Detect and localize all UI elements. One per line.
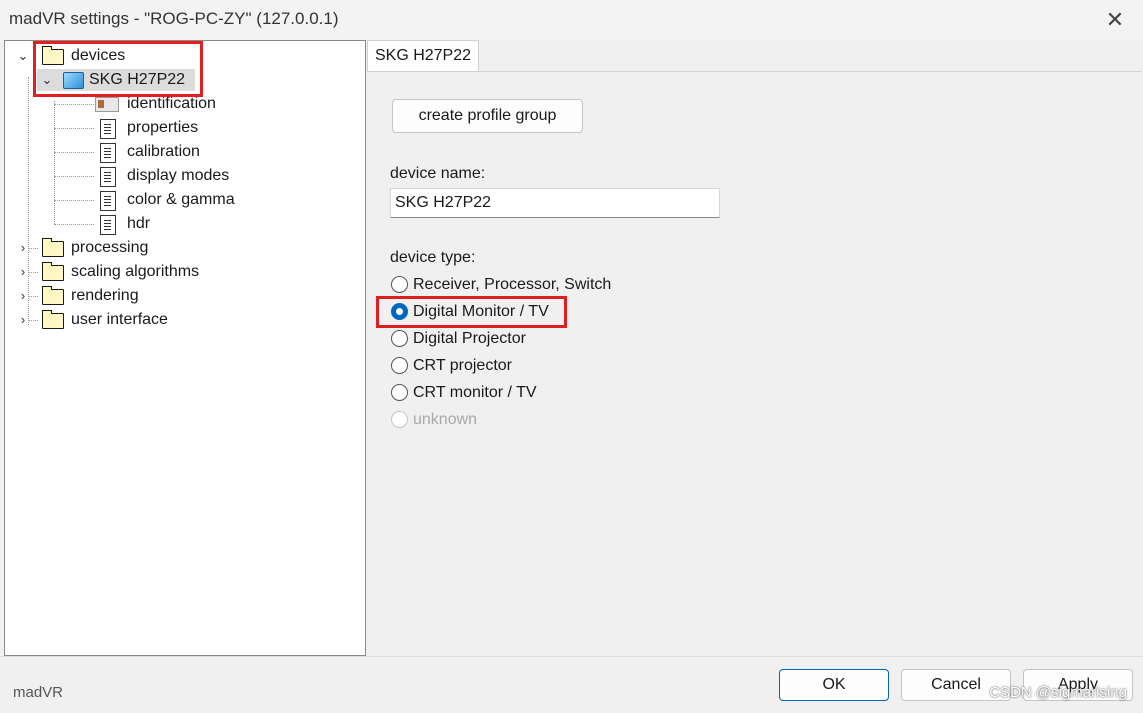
radio-label: CRT monitor / TV: [413, 384, 537, 401]
device-type-label: device type:: [390, 249, 476, 266]
id-card-icon: [95, 97, 119, 112]
tree-item-calibration[interactable]: calibration: [95, 141, 255, 163]
tree-line: [54, 224, 94, 225]
tree-node-rendering[interactable]: › rendering: [15, 285, 235, 307]
chevron-right-icon[interactable]: ›: [15, 285, 31, 307]
radio-unknown: unknown: [391, 407, 591, 433]
tree-line: [54, 101, 55, 224]
folder-icon: [42, 310, 64, 329]
tab-device[interactable]: SKG H27P22: [367, 40, 479, 73]
tree-label: hdr: [127, 215, 151, 232]
radio-crt-projector[interactable]: CRT projector: [391, 353, 591, 379]
radio-circle: [391, 411, 408, 428]
chevron-down-icon[interactable]: ⌄: [15, 45, 31, 67]
window-title: madVR settings - "ROG-PC-ZY" (127.0.0.1): [9, 9, 339, 28]
folder-icon: [42, 262, 64, 281]
chevron-right-icon[interactable]: ›: [15, 261, 31, 283]
document-icon: [100, 191, 116, 211]
tree-label: user interface: [71, 311, 168, 328]
tree-label: rendering: [71, 287, 139, 304]
tree-node-user-interface[interactable]: › user interface: [15, 309, 235, 331]
settings-tree[interactable]: ⌄ devices ⌄ SKG H27P22 identification pr…: [4, 40, 366, 656]
radio-circle[interactable]: [391, 357, 408, 374]
tree-label: scaling algorithms: [71, 263, 200, 280]
tree-item-hdr[interactable]: hdr: [95, 213, 255, 235]
document-icon: [100, 143, 116, 163]
tree-label: color & gamma: [127, 191, 235, 208]
document-icon: [100, 215, 116, 235]
tree-line: [54, 128, 94, 129]
folder-icon: [42, 286, 64, 305]
radio-label: Digital Projector: [413, 330, 526, 347]
radio-circle[interactable]: [391, 330, 408, 347]
create-profile-group-button[interactable]: create profile group: [392, 99, 583, 133]
radio-receiver-processor-switch[interactable]: Receiver, Processor, Switch: [391, 272, 651, 298]
radio-crt-monitor-tv[interactable]: CRT monitor / TV: [391, 380, 591, 406]
ok-button[interactable]: OK: [779, 669, 889, 701]
radio-label: CRT projector: [413, 357, 512, 374]
tree-line: [54, 152, 94, 153]
tree-line: [54, 200, 94, 201]
highlight-box: [376, 296, 567, 328]
highlight-box: [33, 41, 203, 97]
tree-line: [54, 104, 94, 105]
device-name-label: device name:: [390, 165, 486, 182]
tree-label: properties: [127, 119, 199, 136]
folder-icon: [42, 238, 64, 257]
tree-label: calibration: [127, 143, 200, 160]
radio-digital-projector[interactable]: Digital Projector: [391, 326, 591, 352]
tree-node-processing[interactable]: › processing: [15, 237, 235, 259]
document-icon: [100, 167, 116, 187]
footer-bar: madVR OK Cancel Apply CSDN @sigmarising: [0, 656, 1143, 713]
tree-label: processing: [71, 239, 149, 256]
tree-line: [54, 176, 94, 177]
radio-label: Receiver, Processor, Switch: [413, 276, 612, 293]
document-icon: [100, 119, 116, 139]
title-bar: madVR settings - "ROG-PC-ZY" (127.0.0.1)…: [0, 0, 1143, 40]
brand-label: madVR: [13, 684, 64, 701]
device-settings-pane: create profile group device name: SKG H2…: [367, 71, 1141, 655]
close-icon[interactable]: ✕: [1101, 6, 1129, 34]
watermark-text: CSDN @sigmarising: [989, 684, 1127, 701]
tree-item-properties[interactable]: properties: [95, 117, 255, 139]
tree-item-color-gamma[interactable]: color & gamma: [95, 189, 255, 211]
device-name-field[interactable]: SKG H27P22: [390, 188, 720, 218]
radio-circle[interactable]: [391, 276, 408, 293]
chevron-right-icon[interactable]: ›: [15, 309, 31, 331]
tree-label: display modes: [127, 167, 230, 184]
radio-label: unknown: [413, 411, 478, 428]
tree-item-display-modes[interactable]: display modes: [95, 165, 255, 187]
radio-circle[interactable]: [391, 384, 408, 401]
chevron-right-icon[interactable]: ›: [15, 237, 31, 259]
tree-node-scaling-algorithms[interactable]: › scaling algorithms: [15, 261, 235, 283]
